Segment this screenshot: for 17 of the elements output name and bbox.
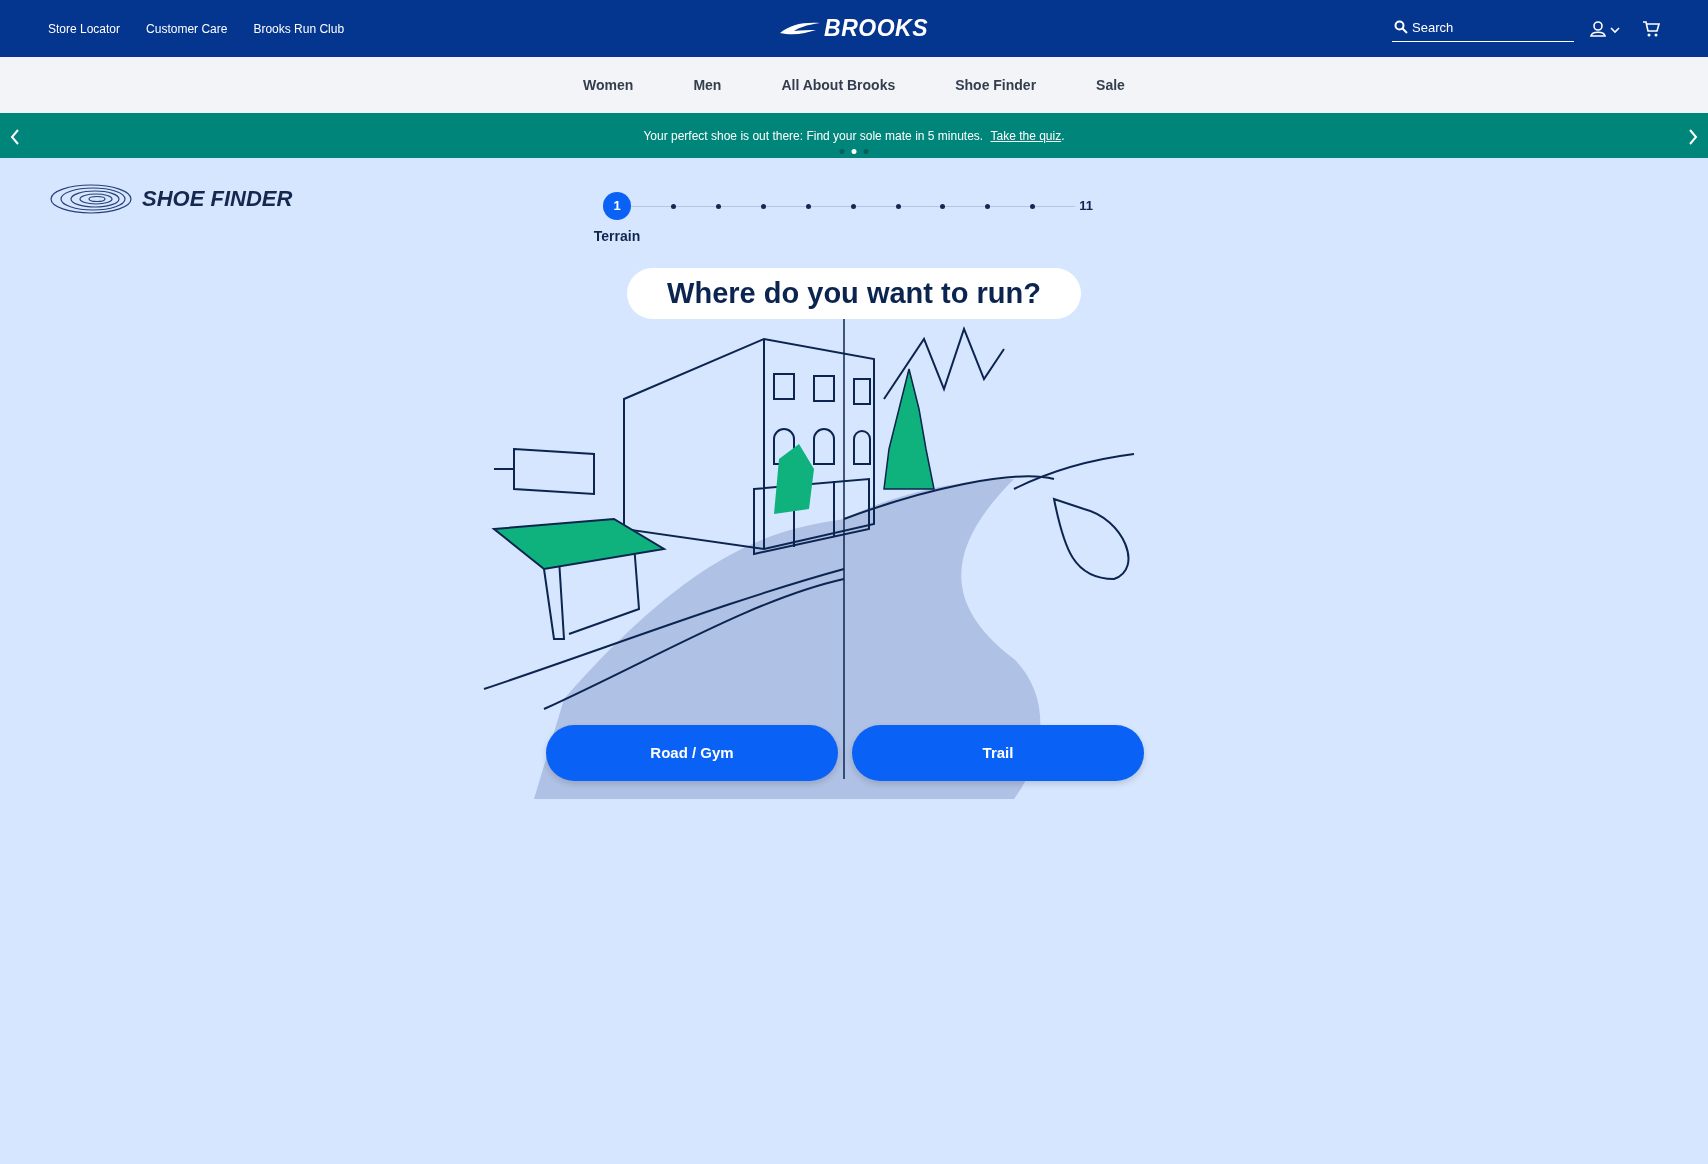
brand-logo[interactable]: BROOKS [824, 11, 928, 46]
nav-link-item[interactable]: All About Brooks [781, 74, 896, 96]
shoe-finder-title: SHOE FINDER [142, 185, 293, 213]
step-label: Terrain [593, 227, 641, 246]
nav-link-item[interactable]: Sale [1096, 74, 1125, 96]
option-button[interactable]: Road / Gym [546, 724, 838, 781]
option-button[interactable]: Trail [852, 724, 1144, 781]
nav-link-item[interactable]: Shoe Finder [955, 74, 1037, 96]
question-heading: Where do you want to run? [627, 268, 1081, 319]
utility-link[interactable]: Customer Care [146, 19, 228, 38]
utility-link[interactable]: Brooks Run Club [253, 19, 345, 38]
nav-link-item[interactable]: Men [693, 74, 722, 96]
nav-link-item[interactable]: Women [583, 74, 634, 96]
step-current-marker[interactable]: 1 [603, 192, 631, 220]
search-field[interactable]: Search [1392, 14, 1574, 43]
promo-message: Your perfect shoe is out there: Find your sole mate in 5 minutes. Take the quiz. [643, 127, 1065, 145]
utility-link[interactable]: Store Locator [48, 19, 121, 38]
